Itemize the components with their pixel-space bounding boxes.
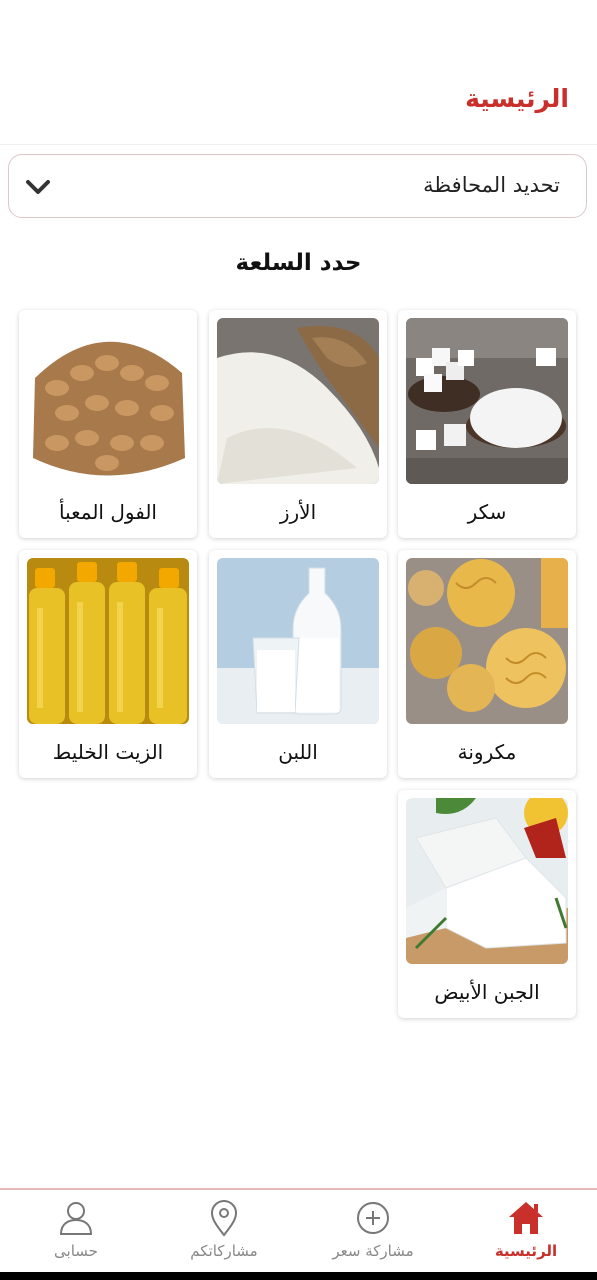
bottom-nav: الرئيسية مشاركة سعر مشاركاتكم حسابى xyxy=(0,1188,597,1274)
fava-beans-image xyxy=(27,318,189,484)
product-card-pasta[interactable]: مكرونة xyxy=(398,550,576,778)
product-card-mixed-oil[interactable]: الزيت الخليط xyxy=(19,550,197,778)
home-icon xyxy=(509,1202,543,1234)
product-name: الزيت الخليط xyxy=(52,740,164,764)
product-card-white-cheese[interactable]: الجبن الأبيض xyxy=(398,790,576,1018)
mixed-oil-image xyxy=(27,558,189,724)
pasta-image xyxy=(406,558,568,724)
governorate-dropdown-label: تحديد المحافظة xyxy=(423,173,560,197)
product-name: الجبن الأبيض xyxy=(434,980,540,1004)
nav-contributions-label: مشاركاتكم xyxy=(190,1242,258,1260)
product-card-fava-beans[interactable]: الفول المعبأ xyxy=(19,310,197,538)
chevron-down-icon xyxy=(26,180,50,194)
page-title: الرئيسية xyxy=(465,84,569,113)
nav-share-price[interactable]: مشاركة سعر xyxy=(303,1198,443,1268)
section-title: حدد السلعة xyxy=(235,250,362,276)
white-cheese-image xyxy=(406,798,568,964)
user-icon xyxy=(59,1202,93,1235)
milk-image xyxy=(217,558,379,724)
product-card-sugar[interactable]: سكر xyxy=(398,310,576,538)
product-card-rice[interactable]: الأرز xyxy=(209,310,387,538)
rice-image xyxy=(217,318,379,484)
product-name: اللبن xyxy=(278,740,318,764)
nav-home[interactable]: الرئيسية xyxy=(456,1198,596,1268)
location-pin-icon xyxy=(210,1200,238,1237)
sugar-image xyxy=(406,318,568,484)
product-name: مكرونة xyxy=(457,740,517,764)
nav-share-price-label: مشاركة سعر xyxy=(332,1242,414,1260)
system-nav-bar xyxy=(0,1272,597,1280)
plus-circle-icon xyxy=(357,1202,389,1234)
governorate-dropdown[interactable]: تحديد المحافظة xyxy=(8,154,587,218)
nav-home-label: الرئيسية xyxy=(494,1242,558,1260)
nav-contributions[interactable]: مشاركاتكم xyxy=(154,1198,294,1268)
product-name: الفول المعبأ xyxy=(59,500,157,524)
nav-account[interactable]: حسابى xyxy=(6,1198,146,1268)
nav-account-label: حسابى xyxy=(54,1242,98,1260)
product-card-milk[interactable]: اللبن xyxy=(209,550,387,778)
header-divider xyxy=(0,144,597,145)
product-name: سكر xyxy=(467,500,507,524)
product-name: الأرز xyxy=(279,500,317,524)
